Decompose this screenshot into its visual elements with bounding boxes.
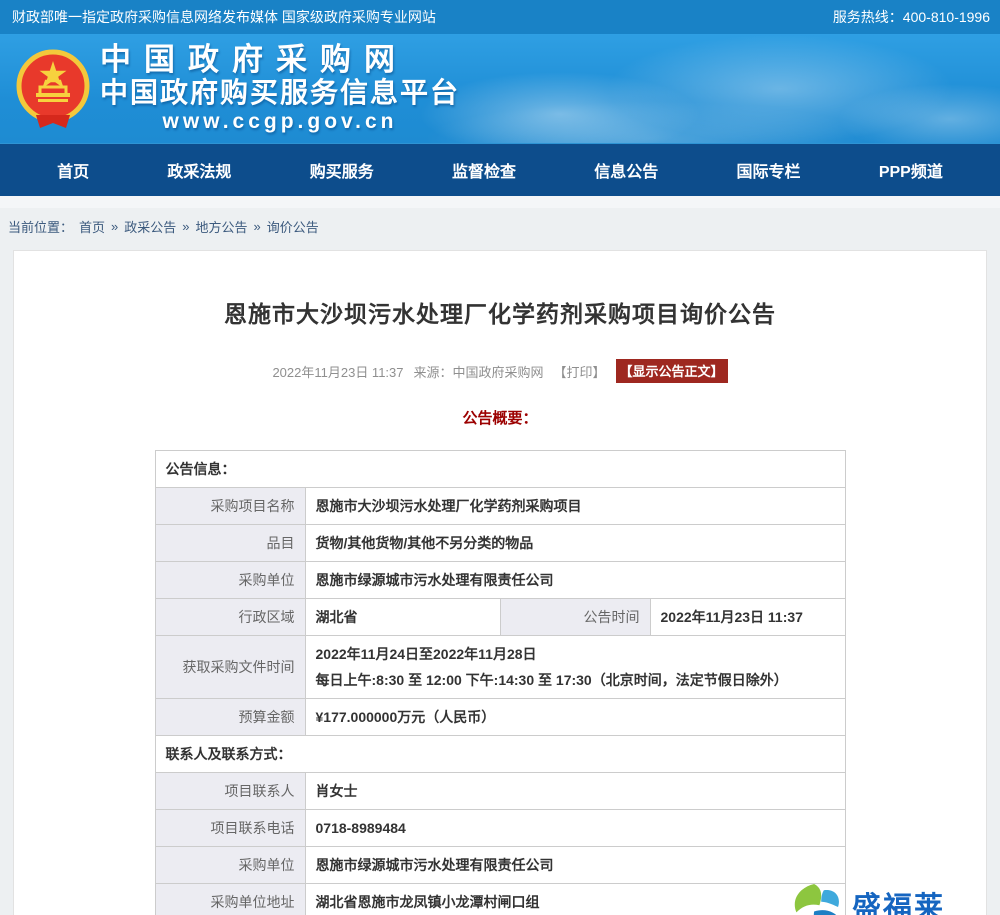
print-button[interactable]: 【打印】	[554, 362, 606, 381]
row-value: 湖北省恩施市龙凤镇小龙潭村闸口组	[305, 884, 845, 915]
row-label: 行政区域	[155, 599, 305, 636]
summary-heading: 公告概要：	[14, 407, 986, 428]
main-nav: 首页 政采法规 购买服务 监督检查 信息公告 国际专栏 PPP频道	[0, 143, 1000, 196]
row-value: ¥177.000000万元（人民币）	[305, 699, 845, 736]
nav-item-ppp-channel[interactable]: PPP频道	[879, 158, 943, 182]
section-header-contact-info: 联系人及联系方式：	[155, 736, 845, 773]
nav-item-purchase-services[interactable]: 购买服务	[310, 158, 374, 182]
row-value: 湖北省	[305, 599, 500, 636]
article-meta: 2022年11月23日 11:37 来源：中国政府采购网 【打印】 【显示公告正…	[14, 359, 986, 383]
table-row: 采购单位地址 湖北省恩施市龙凤镇小龙潭村闸口组	[155, 884, 845, 915]
article-source: 来源：中国政府采购网	[414, 362, 544, 381]
content-panel: 恩施市大沙坝污水处理厂化学药剂采购项目询价公告 2022年11月23日 11:3…	[13, 250, 987, 915]
breadcrumb-local-notices[interactable]: 地方公告	[196, 217, 248, 236]
table-row: 获取采购文件时间 2022年11月24日至2022年11月28日 每日上午:8:…	[155, 636, 845, 699]
nav-item-home[interactable]: 首页	[57, 158, 89, 182]
row-value: 恩施市绿源城市污水处理有限责任公司	[305, 562, 845, 599]
row-value: 2022年11月23日 11:37	[650, 599, 845, 636]
table-row: 采购单位 恩施市绿源城市污水处理有限责任公司	[155, 562, 845, 599]
row-value: 货物/其他货物/其他不另分类的物品	[305, 525, 845, 562]
watermark-text: 盛福莱 SHENGFULAI	[852, 894, 945, 915]
service-hotline: 服务热线：400-810-1996	[833, 7, 990, 27]
nav-item-supervision[interactable]: 监督检查	[452, 158, 516, 182]
breadcrumb: 当前位置： 首页 » 政采公告 » 地方公告 » 询价公告	[0, 208, 1000, 250]
table-row: 品目 货物/其他货物/其他不另分类的物品	[155, 525, 845, 562]
row-label: 项目联系电话	[155, 810, 305, 847]
table-row: 联系人及联系方式：	[155, 736, 845, 773]
nav-item-regulations[interactable]: 政采法规	[167, 158, 231, 182]
row-label: 采购项目名称	[155, 488, 305, 525]
row-value: 恩施市绿源城市污水处理有限责任公司	[305, 847, 845, 884]
site-banner: 中国政府采购网 中国政府购买服务信息平台 www.ccgp.gov.cn	[0, 34, 1000, 143]
table-row: 采购项目名称 恩施市大沙坝污水处理厂化学药剂采购项目	[155, 488, 845, 525]
table-row: 项目联系电话 0718-8989484	[155, 810, 845, 847]
site-tagline: 财政部唯一指定政府采购信息网络发布媒体 国家级政府采购专业网站	[12, 7, 436, 27]
row-label: 采购单位地址	[155, 884, 305, 915]
row-value: 肖女士	[305, 773, 845, 810]
nav-item-announcements[interactable]: 信息公告	[594, 158, 658, 182]
table-row: 预算金额 ¥177.000000万元（人民币）	[155, 699, 845, 736]
page-title: 恩施市大沙坝污水处理厂化学药剂采购项目询价公告	[14, 297, 986, 331]
table-row: 公告信息：	[155, 451, 845, 488]
section-header-announcement-info: 公告信息：	[155, 451, 845, 488]
table-row: 采购单位 恩施市绿源城市污水处理有限责任公司	[155, 847, 845, 884]
national-emblem-icon	[16, 49, 90, 129]
breadcrumb-inquiry-notices[interactable]: 询价公告	[267, 217, 319, 236]
breadcrumb-prefix: 当前位置：	[8, 217, 73, 236]
nav-item-international[interactable]: 国际专栏	[737, 158, 801, 182]
row-value: 恩施市大沙坝污水处理厂化学药剂采购项目	[305, 488, 845, 525]
site-url: www.ccgp.gov.cn	[100, 109, 460, 135]
site-logo[interactable]: 中国政府采购网 中国政府购买服务信息平台 www.ccgp.gov.cn	[0, 43, 460, 135]
site-title-block: 中国政府采购网 中国政府购买服务信息平台 www.ccgp.gov.cn	[100, 43, 460, 135]
publish-datetime: 2022年11月23日 11:37	[272, 362, 403, 381]
nav-bottom-strip	[0, 196, 1000, 208]
show-original-button[interactable]: 【显示公告正文】	[616, 359, 728, 383]
row-value: 2022年11月24日至2022年11月28日 每日上午:8:30 至 12:0…	[305, 636, 845, 699]
site-name: 中国政府采购网	[100, 43, 460, 77]
breadcrumb-separator: »	[254, 219, 261, 234]
row-label: 品目	[155, 525, 305, 562]
breadcrumb-procurement-notices[interactable]: 政采公告	[124, 217, 176, 236]
value-line-2: 每日上午:8:30 至 12:00 下午:14:30 至 17:30（北京时间，…	[316, 670, 835, 690]
row-label: 采购单位	[155, 847, 305, 884]
row-label: 获取采购文件时间	[155, 636, 305, 699]
announcement-info-table: 公告信息： 采购项目名称 恩施市大沙坝污水处理厂化学药剂采购项目 品目 货物/其…	[155, 450, 846, 915]
row-label: 公告时间	[500, 599, 650, 636]
row-label: 采购单位	[155, 562, 305, 599]
table-row: 行政区域 湖北省 公告时间 2022年11月23日 11:37	[155, 599, 845, 636]
top-bar: 财政部唯一指定政府采购信息网络发布媒体 国家级政府采购专业网站 服务热线：400…	[0, 0, 1000, 34]
row-label: 预算金额	[155, 699, 305, 736]
row-label: 项目联系人	[155, 773, 305, 810]
site-subtitle: 中国政府购买服务信息平台	[100, 77, 460, 109]
breadcrumb-separator: »	[182, 219, 189, 234]
breadcrumb-home[interactable]: 首页	[79, 217, 105, 236]
breadcrumb-separator: »	[111, 219, 118, 234]
table-row: 项目联系人 肖女士	[155, 773, 845, 810]
value-line-1: 2022年11月24日至2022年11月28日	[316, 644, 835, 664]
row-value: 0718-8989484	[305, 810, 845, 847]
watermark-name-cn: 盛福莱	[852, 894, 945, 915]
